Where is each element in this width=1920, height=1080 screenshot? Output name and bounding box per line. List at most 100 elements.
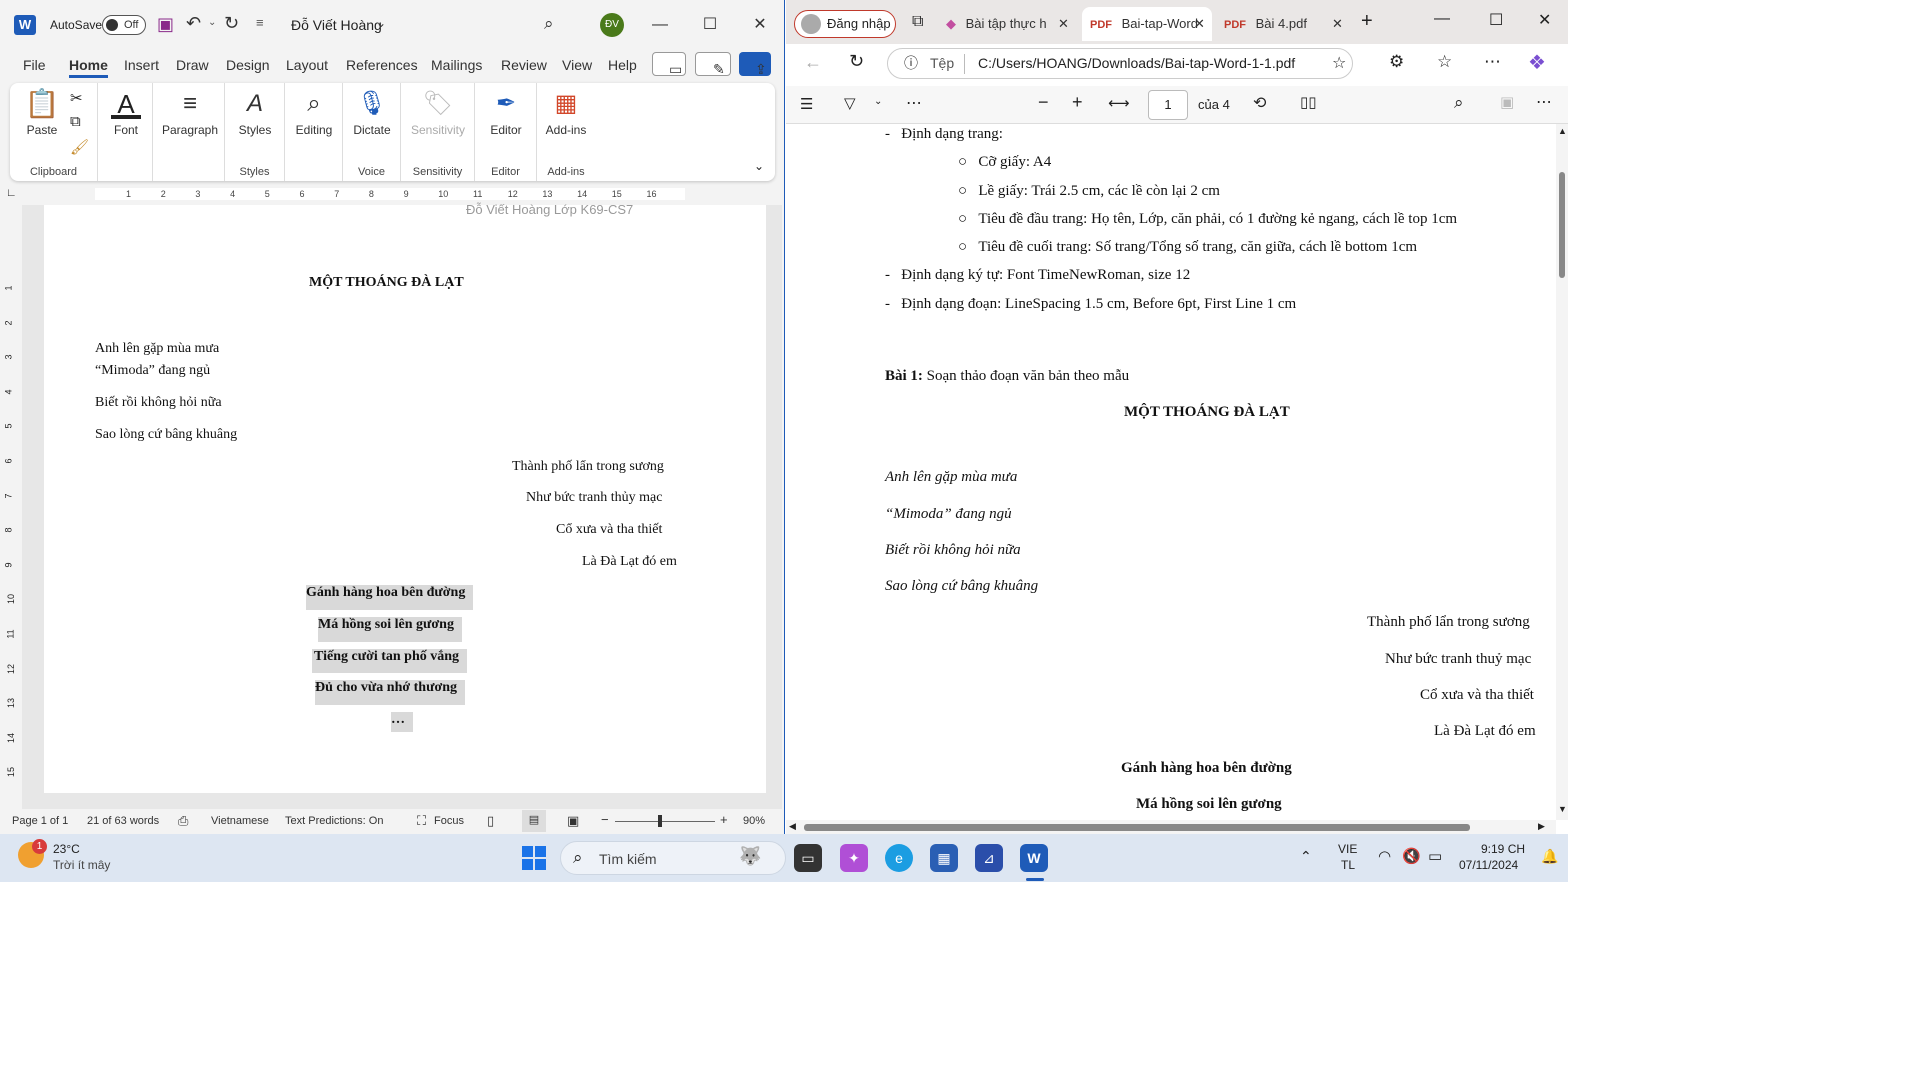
favorites-icon[interactable]: ☆ [1437,52,1452,72]
input-language-top[interactable]: VIE [1338,842,1357,856]
fit-width-icon[interactable]: ⟷ [1108,94,1130,112]
signin-button[interactable]: Đăng nhập [794,10,896,38]
paste-button[interactable]: 📋 Paste [20,89,64,138]
weather-temp[interactable]: 23°C [53,842,80,856]
clock-date[interactable]: 07/11/2024 [1459,858,1518,872]
address-bar[interactable]: ⓘ Tệp C:/Users/HOANG/Downloads/Bai-tap-W… [887,48,1353,79]
proofing-icon[interactable]: ⎙ [178,813,188,829]
autosave-toggle[interactable]: Off [102,15,146,35]
horizontal-scrollbar[interactable]: ◀ ▶ [786,820,1556,834]
rotate-icon[interactable]: ⟲ [1253,93,1266,113]
tab-close-icon[interactable]: ✕ [1194,7,1205,41]
taskbar-search[interactable]: ⌕ Tìm kiếm 🐺 [560,841,786,875]
zoom-out-icon[interactable]: − [601,812,609,827]
clock-time[interactable]: 9:19 CH [1481,842,1525,856]
word-count[interactable]: 21 of 63 words [87,815,159,827]
contents-icon[interactable]: ☰ [800,95,813,113]
web-layout-icon[interactable]: ▣ [567,813,579,829]
zoom-in-icon[interactable]: + [720,812,728,827]
show-hidden-icons[interactable]: ⌃ [1300,848,1312,865]
browser-tab-active[interactable]: PDF Bai-tap-Word ✕ [1082,7,1212,41]
word-taskbar-icon[interactable]: W [1020,844,1048,872]
copilot-icon[interactable]: ✦ [840,844,868,872]
document-title[interactable]: Đỗ Viết Hoàng [291,17,382,33]
start-button[interactable] [522,846,546,870]
scroll-left-icon[interactable]: ◀ [789,821,796,832]
scroll-up-icon[interactable]: ▲ [1558,126,1567,136]
extensions-icon[interactable]: ⚙ [1389,52,1404,72]
battery-icon[interactable]: ▭ [1428,847,1442,865]
zoom-slider-thumb[interactable] [658,815,662,827]
tab-design[interactable]: Design [226,57,270,73]
notifications-icon[interactable]: 🔔 [1541,848,1558,865]
scroll-down-icon[interactable]: ▼ [1558,804,1567,814]
scrollbar-thumb[interactable] [1559,172,1565,278]
browser-tab[interactable]: ◆ Bài tập thực h ✕ [946,7,1076,41]
font-button[interactable]: A Font [104,89,148,137]
copy-icon[interactable]: ⧉ [70,113,81,130]
language-status[interactable]: Vietnamese [211,815,269,827]
minimize-button[interactable]: — [1434,10,1450,28]
avatar[interactable]: ĐV [600,13,624,37]
highlight-icon[interactable]: ▽ [844,94,856,112]
save-icon[interactable]: ▣ [1500,93,1514,111]
more-icon[interactable]: ⋯ [1536,92,1552,112]
editor-button[interactable]: ✒ Editor [481,89,531,137]
paragraph-button[interactable]: ≡ Paragraph [159,89,221,137]
zoom-in-icon[interactable]: + [1072,92,1083,113]
tab-stop-selector-icon[interactable]: ∟ [6,187,17,199]
refresh-icon[interactable]: ↻ [849,51,864,72]
browser-tab[interactable]: PDF Bài 4.pdf ✕ [1220,7,1350,41]
more-icon[interactable]: ⋯ [1484,52,1501,72]
page-number-input[interactable]: 1 [1148,90,1188,120]
task-view-icon[interactable]: ▭ [794,844,822,872]
zoom-slider[interactable] [615,821,715,822]
styles-button[interactable]: A Styles [233,89,277,137]
new-tab-button[interactable]: + [1361,10,1373,33]
volume-muted-icon[interactable]: 🔇 [1402,847,1421,865]
back-icon[interactable]: ← [804,52,822,73]
editing-button[interactable]: ⌕ Editing [289,89,339,137]
store-icon[interactable]: ▦ [930,844,958,872]
maximize-button[interactable]: ☐ [1489,10,1503,30]
sensitivity-button[interactable]: 🏷 Sensitivity [405,89,471,137]
favorite-star-icon[interactable]: ☆ [1332,49,1346,78]
tab-layout[interactable]: Layout [286,57,328,73]
chevron-down-icon[interactable]: ⌄ [376,16,386,30]
tab-view[interactable]: View [562,57,592,73]
save-icon[interactable]: ▣ [157,14,174,35]
undo-icon[interactable]: ↶ [186,13,201,34]
chevron-down-icon[interactable]: ⌄ [874,96,882,107]
scrollbar-thumb[interactable] [804,824,1470,831]
search-icon[interactable]: ⌕ [1454,93,1464,113]
zoom-out-icon[interactable]: − [1038,92,1049,113]
format-painter-icon[interactable]: 🖌 [70,138,89,156]
tab-close-icon[interactable]: ✕ [1332,7,1343,41]
tab-home[interactable]: Home [69,57,108,78]
editing-mode-button[interactable]: ✎ [695,52,731,77]
close-button[interactable]: ✕ [740,10,780,40]
ribbon-collapse-icon[interactable]: ⌄ [754,159,764,173]
page-count[interactable]: Page 1 of 1 [12,815,68,827]
redo-icon[interactable]: ↻ [224,13,239,34]
copilot-icon[interactable]: ❖ [1528,50,1546,75]
share-button[interactable]: ⇪ [739,52,771,77]
page-view-icon[interactable]: ▯▯ [1300,93,1317,111]
comments-button[interactable]: ▭ [652,52,686,77]
text-predictions-status[interactable]: Text Predictions: On [285,815,383,827]
document-page[interactable]: Đỗ Viết Hoàng Lớp K69-CS7 MỘT THOÁNG ĐÀ … [44,202,766,793]
cut-icon[interactable]: ✂ [70,89,83,107]
more-tools-icon[interactable]: ⋯ [906,93,922,113]
minimize-button[interactable]: — [640,10,680,40]
undo-dropdown-icon[interactable]: ⌄ [208,17,216,28]
search-icon[interactable]: ⌕ [544,14,554,34]
wifi-icon[interactable]: ◠ [1378,847,1391,865]
weather-desc[interactable]: Trời ít mây [53,858,110,872]
tab-help[interactable]: Help [608,57,637,73]
focus-button[interactable]: Focus [434,815,464,827]
print-layout-icon[interactable]: ▤ [522,810,546,832]
tab-actions-icon[interactable]: ⧉ [912,13,923,31]
tab-file[interactable]: File [23,57,46,73]
vpn-icon[interactable]: ⊿ [975,844,1003,872]
dictate-button[interactable]: 🎙 Dictate [347,89,397,137]
